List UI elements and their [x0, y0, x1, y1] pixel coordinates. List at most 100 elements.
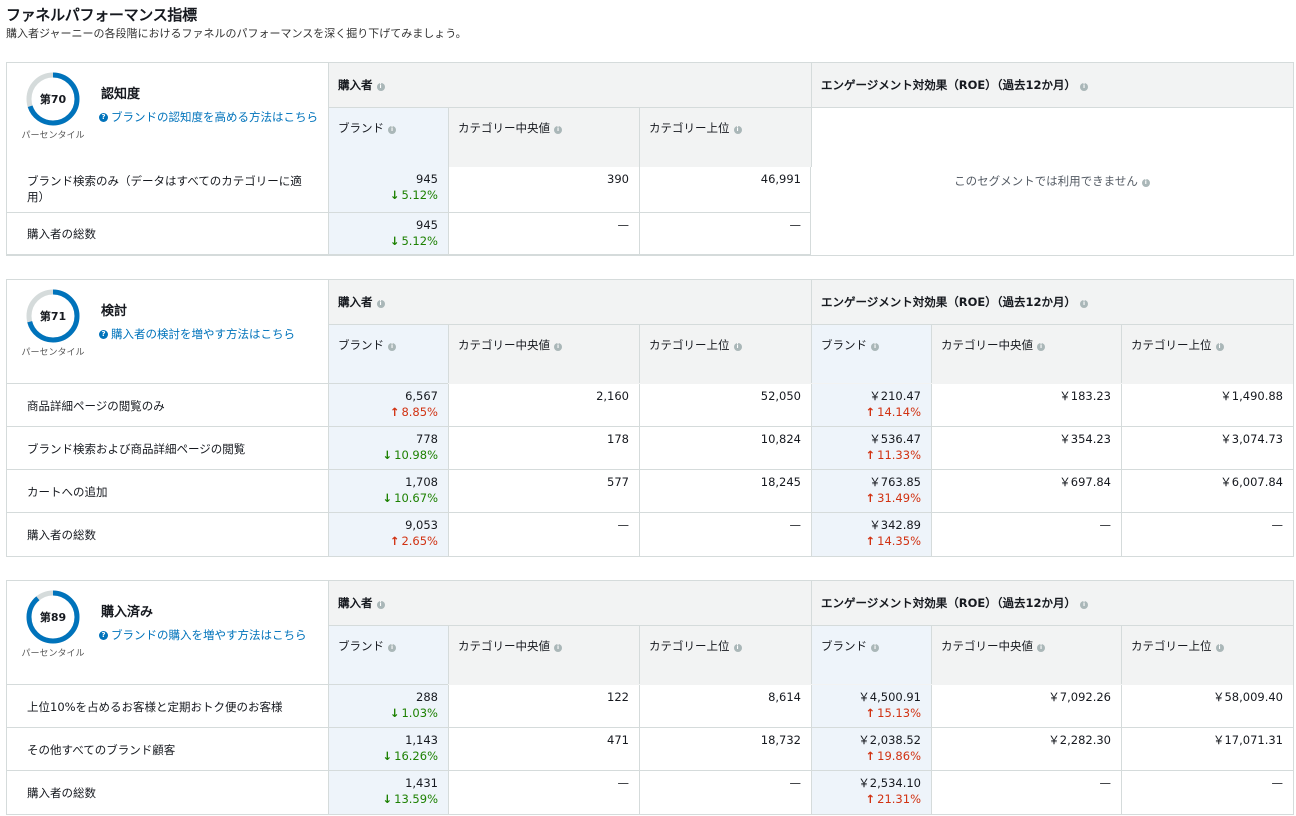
info-icon[interactable]: i	[1215, 343, 1224, 351]
roe-brand-cell-value: ￥2,038.52	[858, 733, 921, 747]
info-icon[interactable]: i	[376, 601, 385, 609]
column-divider	[328, 513, 329, 556]
stage-help-link[interactable]: ? ブランドの認知度を高める方法はこちら	[99, 109, 318, 125]
info-icon[interactable]: i	[388, 343, 396, 351]
column-divider	[639, 728, 640, 770]
row-label: 上位10%を占めるお客様と定期おトク便のお客様	[27, 699, 283, 714]
info-icon[interactable]: i	[871, 644, 879, 652]
top-cell-value: 52,050	[760, 389, 801, 403]
column-divider	[811, 470, 812, 512]
roe-top-cell-value: —	[1271, 518, 1284, 532]
roe-brand-cell-value: ￥210.47	[869, 389, 921, 403]
brand-cell: 9,053 ↑ 2.65%	[328, 517, 438, 549]
percentile-rank: 第70	[39, 93, 67, 106]
column-divider	[931, 427, 932, 469]
roe-top-cell: —	[1121, 517, 1284, 533]
trend-delta-value: 14.14%	[877, 405, 921, 419]
roe-top-col-header-text: カテゴリー上位	[1131, 639, 1212, 653]
top-cell: 18,732	[639, 732, 801, 748]
buyers-header: 購入者 i	[338, 77, 385, 93]
column-divider	[811, 63, 812, 167]
roe-brand-col-header: ブランド i	[821, 337, 879, 353]
info-icon[interactable]: i	[871, 343, 879, 351]
trend-delta: ↓ 13.59%	[328, 791, 439, 807]
roe-top-cell-value: ￥6,007.84	[1220, 475, 1283, 489]
brand-cell: 1,431 ↓ 13.59%	[328, 775, 439, 807]
roe-brand-col-header-text: ブランド	[821, 338, 867, 352]
median-cell-value: 471	[607, 733, 629, 747]
column-divider	[448, 384, 449, 426]
median-cell: —	[448, 517, 630, 533]
stage-help-link[interactable]: ? 購入者の検討を増やす方法はこちら	[99, 326, 295, 342]
column-divider	[1121, 625, 1122, 684]
column-divider	[639, 427, 640, 469]
info-icon[interactable]: i	[1080, 601, 1089, 609]
median-cell: 577	[448, 474, 629, 490]
brand-col-header: ブランド i	[338, 638, 396, 654]
roe-median-cell: ￥7,092.26	[931, 689, 1111, 705]
trend-delta-value: 31.49%	[877, 491, 921, 505]
info-icon[interactable]: i	[1215, 644, 1224, 652]
info-icon[interactable]: i	[1037, 343, 1045, 351]
roe-top-cell-value: ￥58,009.40	[1212, 690, 1283, 704]
info-icon[interactable]: i	[554, 644, 562, 652]
median-col-header-text: カテゴリー中央値	[458, 121, 550, 135]
column-divider	[448, 324, 449, 383]
percentile-label: パーセンタイル	[21, 348, 85, 358]
top-cell-value: 18,732	[760, 733, 801, 747]
roe-top-col-header: カテゴリー上位 i	[1131, 337, 1224, 353]
roe-brand-cell: ￥536.47 ↑ 11.33%	[811, 431, 922, 463]
trend-delta-value: 1.03%	[401, 706, 438, 720]
column-divider	[1121, 513, 1122, 556]
column-divider	[931, 728, 932, 770]
info-icon[interactable]: i	[1141, 179, 1150, 187]
median-col-header-text: カテゴリー中央値	[458, 338, 550, 352]
row-label: 購入者の総数	[27, 785, 96, 800]
top-col-header: カテゴリー上位 i	[649, 120, 742, 136]
column-divider	[639, 513, 640, 556]
trend-delta-value: 2.65%	[401, 534, 438, 548]
roe-top-cell: ￥6,007.84	[1121, 474, 1283, 490]
brand-cell: 778 ↓ 10.98%	[328, 431, 439, 463]
roe-median-cell: ￥183.23	[931, 388, 1111, 404]
roe-median-cell-value: ￥2,282.30	[1048, 733, 1111, 747]
roe-top-cell: ￥17,071.31	[1121, 732, 1283, 748]
info-icon[interactable]: i	[376, 300, 385, 308]
info-icon[interactable]: i	[554, 343, 562, 351]
info-icon[interactable]: i	[388, 644, 396, 652]
info-icon[interactable]: i	[376, 83, 385, 91]
brand-col-header-text: ブランド	[338, 639, 384, 653]
brand-cell: 1,143 ↓ 16.26%	[328, 732, 439, 764]
top-col-header: カテゴリー上位 i	[649, 337, 742, 353]
median-col-header: カテゴリー中央値 i	[458, 120, 562, 136]
roe-median-cell-value: —	[1099, 518, 1112, 532]
brand-cell: 945 ↓ 5.12%	[328, 171, 438, 203]
info-icon[interactable]: i	[733, 644, 742, 652]
section-header: 第71 パーセンタイル 検討? 購入者の検討を増やす方法はこちら 購入者 i エンゲージメン…	[7, 280, 1293, 384]
info-icon[interactable]: i	[1037, 644, 1045, 652]
brand-header-bg	[328, 625, 448, 684]
trend-delta-value: 14.35%	[877, 534, 921, 548]
info-icon[interactable]: i	[1080, 300, 1089, 308]
median-col-header-text: カテゴリー中央値	[458, 639, 550, 653]
stage-help-link-text: ブランドの認知度を高める方法はこちら	[111, 110, 318, 124]
trend-delta: ↓ 16.26%	[328, 748, 439, 764]
info-icon[interactable]: i	[1080, 83, 1089, 91]
median-cell-value: 577	[607, 475, 629, 489]
arrow-up-icon: ↑	[865, 706, 876, 720]
brand-cell: 945 ↓ 5.12%	[328, 217, 438, 249]
info-icon[interactable]: i	[388, 126, 396, 134]
info-icon[interactable]: i	[733, 126, 742, 134]
buyers-header: 購入者 i	[338, 595, 385, 611]
column-divider	[1121, 427, 1122, 469]
stage-help-link[interactable]: ? ブランドの購入を増やす方法はこちら	[99, 627, 307, 643]
info-icon[interactable]: i	[733, 343, 742, 351]
table-row: 購入者の総数 9,053 ↑ 2.65% — — ￥342.89 ↑ 14.35% — —	[7, 513, 1293, 556]
roe-brand-cell-value: ￥2,534.10	[858, 776, 921, 790]
info-icon[interactable]: i	[554, 126, 562, 134]
roe-median-cell: ￥354.23	[931, 431, 1111, 447]
median-col-header: カテゴリー中央値 i	[458, 337, 562, 353]
brand-header-bg	[328, 107, 448, 167]
column-divider	[639, 685, 640, 727]
roe-median-col-header: カテゴリー中央値 i	[941, 638, 1045, 654]
